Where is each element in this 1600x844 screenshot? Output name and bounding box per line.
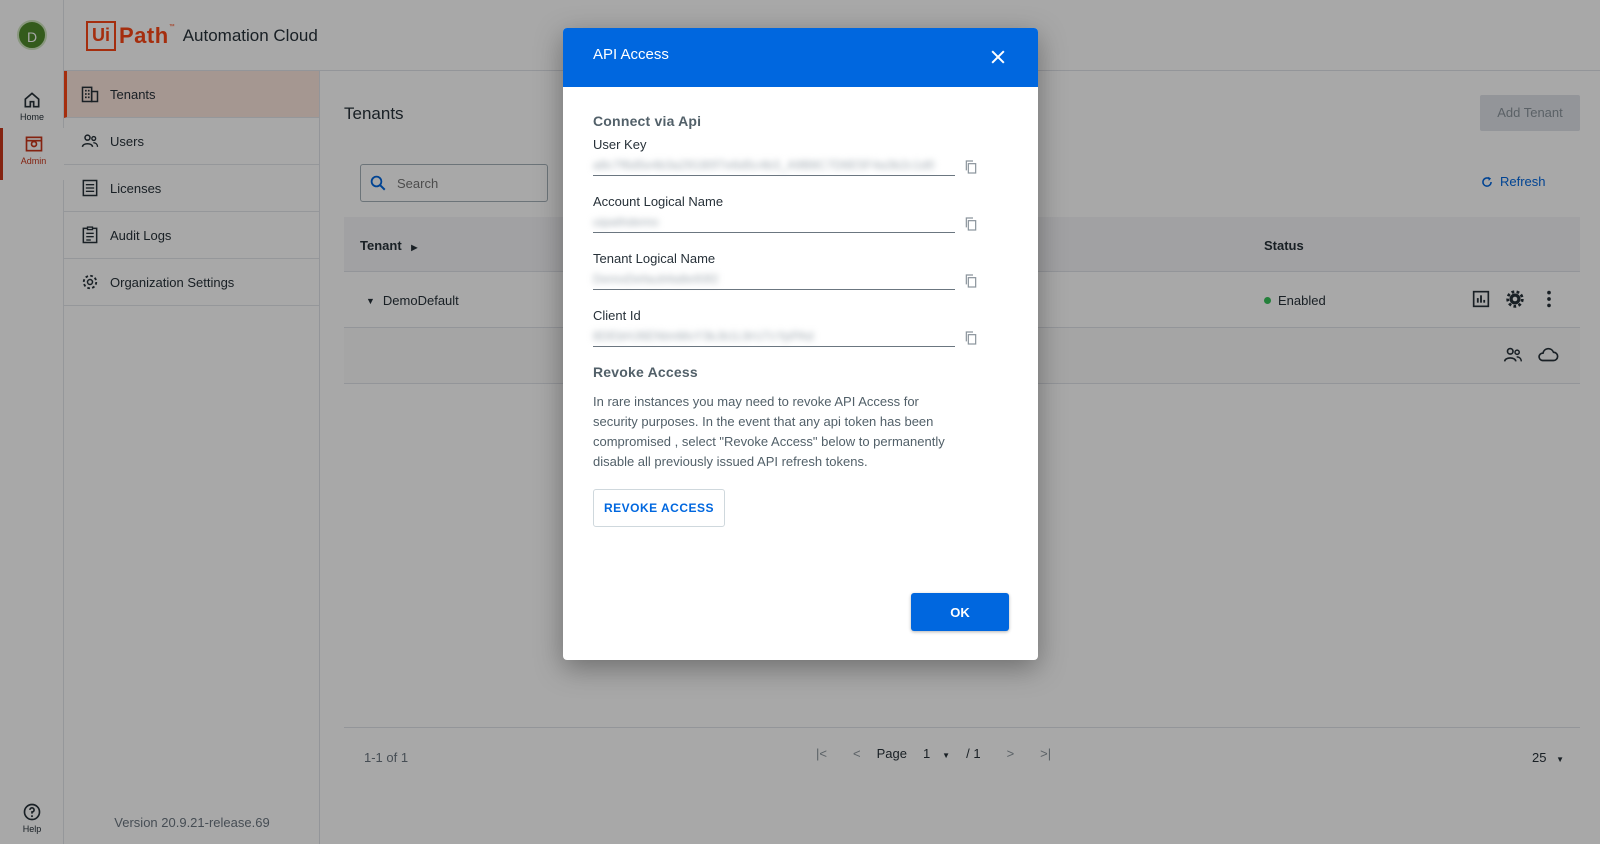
dialog-header: API Access [563,28,1038,87]
revoke-access-button[interactable]: REVOKE ACCESS [593,489,725,527]
user-key-field: User Key a8c7f6d5e4b3a29180f7e6d5c4b3_A9… [593,137,1013,194]
revoke-heading: Revoke Access [593,364,698,380]
api-access-dialog: API Access Connect via Api User Key a8c7… [563,28,1038,660]
field-label: Client Id [593,308,641,323]
close-icon[interactable] [988,47,1008,67]
field-value: DemoDefault4a8e93f2 [593,272,719,286]
field-value: 8DEbHJ6ENtmMxY3kJb1L9rU7cYpPAd [593,329,814,343]
field-label: User Key [593,137,647,152]
connect-heading: Connect via Api [593,113,702,129]
tenant-logical-name-field: Tenant Logical Name DemoDefault4a8e93f2 [593,251,1013,308]
field-label: Tenant Logical Name [593,251,716,266]
copy-icon[interactable] [963,273,979,289]
ok-button[interactable]: OK [911,593,1009,631]
account-logical-name-field: Account Logical Name uipathdemo [593,194,1013,251]
dialog-title: API Access [593,46,669,63]
dialog-body: Connect via Api User Key a8c7f6d5e4b3a29… [593,113,1013,527]
client-id-input[interactable]: 8DEbHJ6ENtmMxY3kJb1L9rU7cYpPAd [593,327,955,347]
copy-icon[interactable] [963,159,979,175]
tenant-logical-name-input[interactable]: DemoDefault4a8e93f2 [593,270,955,290]
copy-icon[interactable] [963,216,979,232]
field-label: Account Logical Name [593,194,724,209]
copy-icon[interactable] [963,330,979,346]
field-value: a8c7f6d5e4b3a29180f7e6d5c4b3_A9B8C7D6E5F… [593,158,935,172]
account-logical-name-input[interactable]: uipathdemo [593,213,955,233]
client-id-field: Client Id 8DEbHJ6ENtmMxY3kJb1L9rU7cYpPAd [593,308,1013,365]
user-key-input[interactable]: a8c7f6d5e4b3a29180f7e6d5c4b3_A9B8C7D6E5F… [593,156,955,176]
revoke-description: In rare instances you may need to revoke… [593,394,945,469]
field-value: uipathdemo [593,215,659,229]
